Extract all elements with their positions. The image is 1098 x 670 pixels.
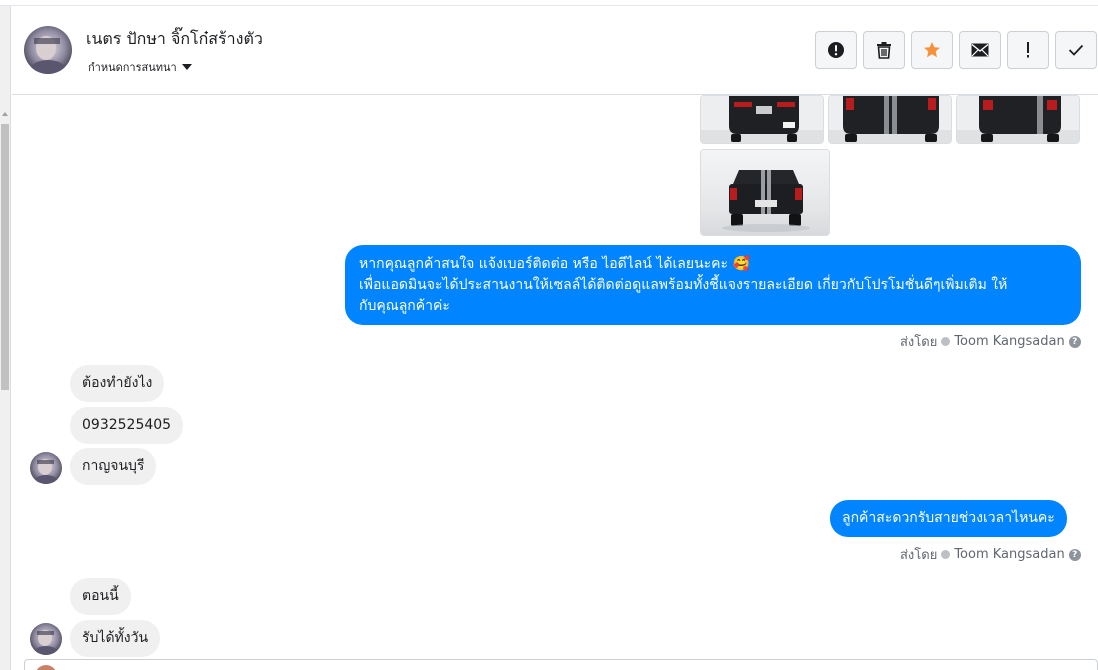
scrollbar-thumb[interactable] bbox=[1, 124, 9, 390]
message-line: กับคุณลูกค้าค่ะ bbox=[359, 298, 450, 314]
conversation-header: เนตร ปักษา จิ๊กโก๋สร้างตัว กำหนดการสนทนา bbox=[12, 6, 1098, 95]
alert-circle-icon bbox=[828, 42, 844, 58]
outgoing-message[interactable]: หากคุณลูกค้าสนใจ แจ้งเบอร์ติดต่อ หรือ ไอ… bbox=[345, 245, 1081, 325]
check-icon bbox=[1068, 44, 1084, 56]
caret-down-icon bbox=[181, 64, 192, 70]
page-dot-icon bbox=[941, 337, 951, 346]
car-photo-2[interactable] bbox=[828, 95, 952, 144]
incoming-message[interactable]: ต้องทำยังไง bbox=[70, 365, 165, 402]
incoming-message[interactable]: กาญจนบุรี bbox=[70, 448, 157, 485]
sender-name[interactable]: Toom Kangsadan bbox=[954, 547, 1064, 562]
sent-by-label: ส่งโดย Toom Kangsadan ? bbox=[900, 544, 1081, 565]
composer-avatar bbox=[35, 665, 57, 670]
assign-conversation-dropdown[interactable]: กำหนดการสนทนา bbox=[88, 58, 192, 76]
contact-name[interactable]: เนตร ปักษา จิ๊กโก๋สร้างตัว bbox=[86, 27, 263, 52]
avatar[interactable] bbox=[24, 26, 72, 74]
sender-avatar[interactable] bbox=[30, 623, 62, 655]
car-photo-4[interactable] bbox=[700, 149, 830, 236]
star-button[interactable] bbox=[911, 31, 953, 69]
mark-done-button[interactable] bbox=[1055, 31, 1097, 69]
message-line: หากคุณลูกค้าสนใจ แจ้งเบอร์ติดต่อ หรือ ไอ… bbox=[359, 256, 750, 272]
trash-icon bbox=[877, 42, 891, 59]
delete-button[interactable] bbox=[863, 31, 905, 69]
incoming-message[interactable]: รับได้ทั้งวัน bbox=[70, 620, 161, 657]
incoming-message[interactable]: ตอนนี้ bbox=[70, 578, 131, 615]
scroll-up-arrow-icon[interactable] bbox=[2, 112, 8, 116]
mark-unread-button[interactable] bbox=[959, 31, 1001, 69]
sent-by-prefix: ส่งโดย bbox=[900, 548, 938, 563]
page-dot-icon bbox=[941, 550, 951, 559]
message-composer[interactable] bbox=[24, 659, 1098, 670]
sent-by-label: ส่งโดย Toom Kangsadan ? bbox=[900, 331, 1081, 352]
message-line: เพื่อแอดมินจะได้ประสานงานให้เซลล์ได้ติดต… bbox=[359, 277, 1008, 293]
incoming-message[interactable]: 0932525405 bbox=[70, 407, 184, 444]
sender-avatar[interactable] bbox=[30, 452, 62, 484]
follow-up-button[interactable] bbox=[1007, 31, 1049, 69]
conversation-toolbar bbox=[815, 31, 1097, 69]
mark-spam-button[interactable] bbox=[815, 31, 857, 69]
help-icon[interactable]: ? bbox=[1068, 548, 1081, 561]
chat-app: เนตร ปักษา จิ๊กโก๋สร้างตัว กำหนดการสนทนา bbox=[0, 0, 1098, 670]
exclamation-icon bbox=[1027, 42, 1029, 58]
help-icon[interactable]: ? bbox=[1068, 335, 1081, 348]
outgoing-message[interactable]: ลูกค้าสะดวกรับสายช่วงเวลาไหนคะ bbox=[830, 500, 1067, 537]
star-icon bbox=[924, 42, 940, 58]
scrollbar[interactable] bbox=[0, 6, 11, 670]
car-photo-1[interactable] bbox=[700, 95, 824, 144]
assign-label: กำหนดการสนทนา bbox=[88, 61, 177, 74]
car-photo-3[interactable] bbox=[956, 95, 1080, 144]
sender-name[interactable]: Toom Kangsadan bbox=[954, 334, 1064, 349]
sent-by-prefix: ส่งโดย bbox=[900, 335, 938, 350]
mail-icon bbox=[971, 43, 989, 57]
